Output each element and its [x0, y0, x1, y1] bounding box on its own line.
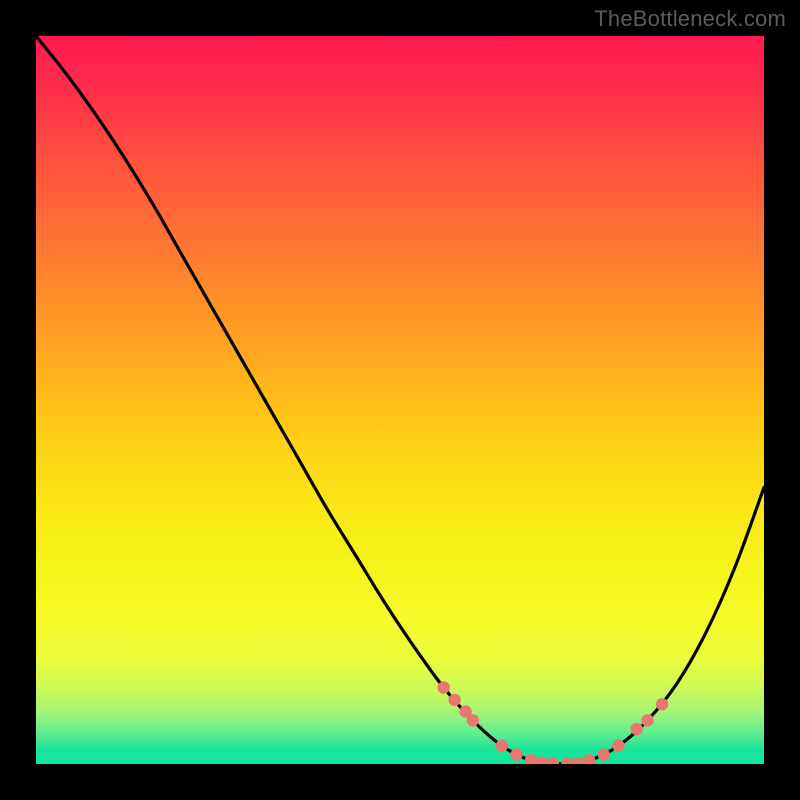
curve-marker	[561, 757, 573, 764]
curve-marker	[598, 748, 610, 760]
curve-marker	[448, 694, 460, 706]
curve-marker	[641, 714, 653, 726]
marker-group	[437, 681, 668, 764]
curve-marker	[656, 698, 668, 710]
curve-marker	[525, 754, 537, 764]
watermark-text: TheBottleneck.com	[594, 6, 786, 32]
curve-marker	[612, 740, 624, 752]
curve-marker	[536, 756, 548, 764]
curve-marker	[496, 740, 508, 752]
curve-marker	[510, 748, 522, 760]
curve-path	[36, 36, 764, 764]
curve-marker	[583, 754, 595, 764]
chart-frame: TheBottleneck.com	[0, 0, 800, 800]
curve-marker	[467, 714, 479, 726]
curve-marker	[572, 757, 584, 764]
curve-marker	[630, 723, 642, 735]
curve-marker	[437, 681, 449, 693]
curve-marker	[547, 757, 559, 764]
chart-svg	[36, 36, 764, 764]
